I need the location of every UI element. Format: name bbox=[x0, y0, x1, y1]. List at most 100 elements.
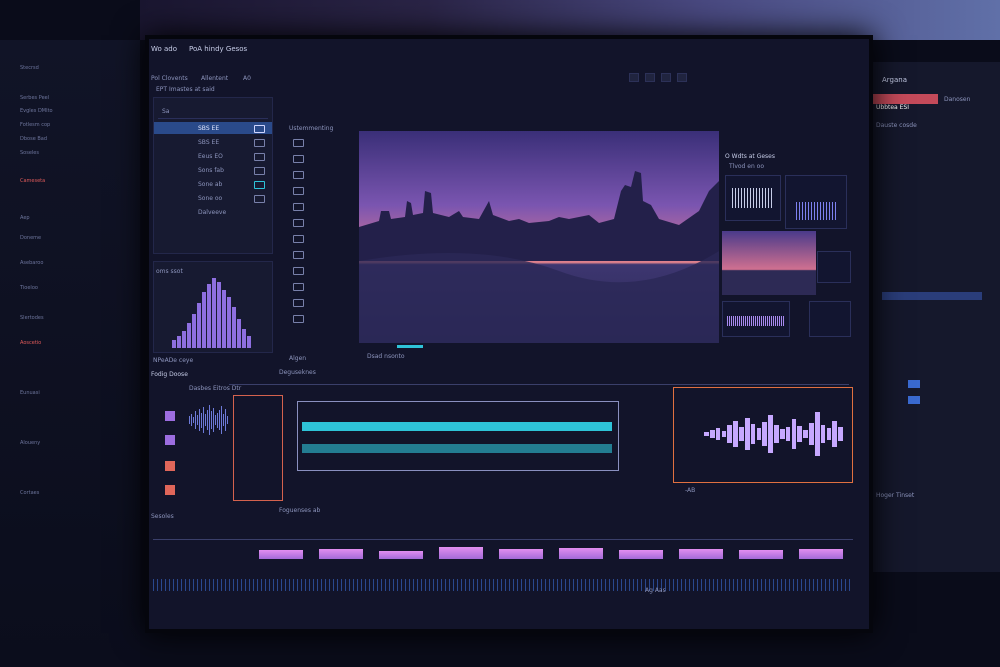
right-panel-toggle[interactable] bbox=[908, 396, 920, 404]
track-icon[interactable] bbox=[293, 219, 304, 227]
media-row[interactable]: SBS EE bbox=[158, 136, 268, 148]
waveform-peak bbox=[826, 428, 832, 440]
histogram-bar bbox=[247, 336, 251, 348]
timeline-footer: Foguenses ab bbox=[279, 507, 321, 514]
histogram-bar bbox=[202, 291, 206, 348]
scope-trace bbox=[727, 316, 785, 326]
clip-region[interactable] bbox=[297, 401, 619, 471]
right-panel-tag-label: Ubbtea ESI bbox=[876, 104, 910, 111]
left-monitor-item: Aoscetio bbox=[20, 340, 42, 346]
media-row-value: Sone ab bbox=[198, 181, 223, 188]
left-monitor-item: Eunuasi bbox=[20, 390, 40, 396]
histogram-bar bbox=[232, 307, 236, 348]
track-icon[interactable] bbox=[293, 203, 304, 211]
media-row[interactable]: Sa bbox=[158, 106, 268, 119]
track-icon[interactable] bbox=[293, 187, 304, 195]
lower-clip-row[interactable] bbox=[259, 545, 859, 573]
marker-icon[interactable] bbox=[661, 73, 671, 82]
histogram-bar bbox=[192, 313, 196, 348]
right-panel-label: Dauste cosde bbox=[876, 122, 917, 129]
track-icon[interactable] bbox=[293, 283, 304, 291]
waveform-peak bbox=[217, 412, 218, 428]
track-color-swatch[interactable] bbox=[165, 411, 175, 421]
waveform-peak bbox=[739, 427, 744, 441]
viewer-header: Ustemmenting bbox=[289, 125, 334, 132]
video-viewer[interactable] bbox=[359, 131, 719, 343]
tab-clovents[interactable]: Pol Clovents bbox=[151, 75, 188, 82]
timeline-ruler bbox=[229, 384, 849, 385]
track-color-swatch[interactable] bbox=[165, 485, 175, 495]
media-row-value: Dalveeve bbox=[198, 209, 227, 216]
histogram-bar bbox=[197, 303, 201, 348]
loop-icon[interactable] bbox=[645, 73, 655, 82]
right-panel-tag[interactable]: Ubbtea ESI bbox=[872, 94, 938, 111]
histogram-bar bbox=[227, 297, 231, 348]
timeline-label: Deguseknes bbox=[279, 369, 316, 376]
left-monitor-item: Aloueny bbox=[20, 440, 41, 446]
waveform-peak bbox=[785, 426, 791, 442]
waveform-monitor[interactable] bbox=[673, 387, 853, 483]
histogram-bar bbox=[242, 328, 246, 348]
media-row[interactable]: SBS EE bbox=[154, 122, 272, 134]
lower-clip[interactable] bbox=[439, 547, 483, 559]
play-icon[interactable] bbox=[629, 73, 639, 82]
lower-clip[interactable] bbox=[379, 550, 423, 559]
track-color-swatch[interactable] bbox=[165, 435, 175, 445]
media-row[interactable]: Sone oo bbox=[158, 192, 268, 204]
media-row[interactable]: Eeus EO bbox=[158, 150, 268, 162]
settings-icon[interactable] bbox=[677, 73, 687, 82]
lower-clip[interactable] bbox=[259, 550, 303, 559]
waveform-peak bbox=[203, 407, 204, 433]
track-icon[interactable] bbox=[293, 171, 304, 179]
track-icon[interactable] bbox=[293, 235, 304, 243]
right-panel-toggle[interactable] bbox=[908, 380, 920, 388]
preview-thumbnail[interactable] bbox=[722, 231, 816, 295]
viewer-controls[interactable]: Dsad nsonto bbox=[367, 353, 405, 360]
track-icon[interactable] bbox=[293, 155, 304, 163]
waveform-peak bbox=[727, 425, 733, 443]
lower-clip[interactable] bbox=[499, 549, 543, 559]
tab-a0[interactable]: A0 bbox=[243, 75, 251, 82]
lower-clip[interactable] bbox=[319, 548, 363, 559]
track-meters bbox=[189, 405, 229, 485]
selected-track-group[interactable] bbox=[233, 395, 283, 501]
waveform-peak bbox=[820, 425, 826, 443]
track-icons bbox=[289, 139, 307, 339]
histogram-bar bbox=[212, 278, 216, 348]
lower-clip[interactable] bbox=[739, 550, 783, 559]
left-monitor-item: Dbose Bad bbox=[20, 136, 48, 142]
left-monitor-item: Evgles DMIto bbox=[20, 108, 53, 114]
histogram-bar bbox=[172, 340, 176, 348]
media-row[interactable]: Sone ab bbox=[158, 178, 268, 190]
city-silhouette bbox=[359, 171, 719, 343]
histogram-bar bbox=[222, 289, 226, 348]
media-row[interactable]: Dalveeve bbox=[158, 206, 268, 218]
video-track[interactable] bbox=[302, 422, 612, 431]
tab-allentent[interactable]: Allentent bbox=[201, 75, 228, 82]
track-icon[interactable] bbox=[293, 299, 304, 307]
audio-track[interactable] bbox=[302, 444, 612, 453]
overlay-title: O Wdts at Geses bbox=[725, 153, 775, 160]
right-panel-item[interactable]: Danosen bbox=[944, 96, 970, 103]
lower-clip[interactable] bbox=[619, 550, 663, 559]
lower-track-header: Sesoles bbox=[151, 513, 174, 520]
lower-clip[interactable] bbox=[679, 548, 723, 559]
audio-waveform bbox=[153, 579, 853, 591]
lower-clip[interactable] bbox=[799, 548, 843, 559]
waveform-peak bbox=[768, 414, 773, 454]
left-monitor-item: Cameseta bbox=[20, 178, 46, 184]
media-row[interactable]: Sons fab bbox=[158, 164, 268, 176]
waveform-peak bbox=[814, 412, 820, 456]
waveform-peak bbox=[201, 412, 202, 428]
waveform-peak bbox=[797, 425, 803, 443]
track-icon[interactable] bbox=[293, 267, 304, 275]
waveform-peak bbox=[762, 422, 768, 446]
track-color-swatch[interactable] bbox=[165, 461, 175, 471]
track-icon[interactable] bbox=[293, 315, 304, 323]
waveform-peak bbox=[193, 416, 194, 424]
playback-progress[interactable] bbox=[397, 345, 423, 348]
histogram-bar bbox=[182, 330, 186, 348]
track-icon[interactable] bbox=[293, 139, 304, 147]
lower-clip[interactable] bbox=[559, 547, 603, 559]
track-icon[interactable] bbox=[293, 251, 304, 259]
